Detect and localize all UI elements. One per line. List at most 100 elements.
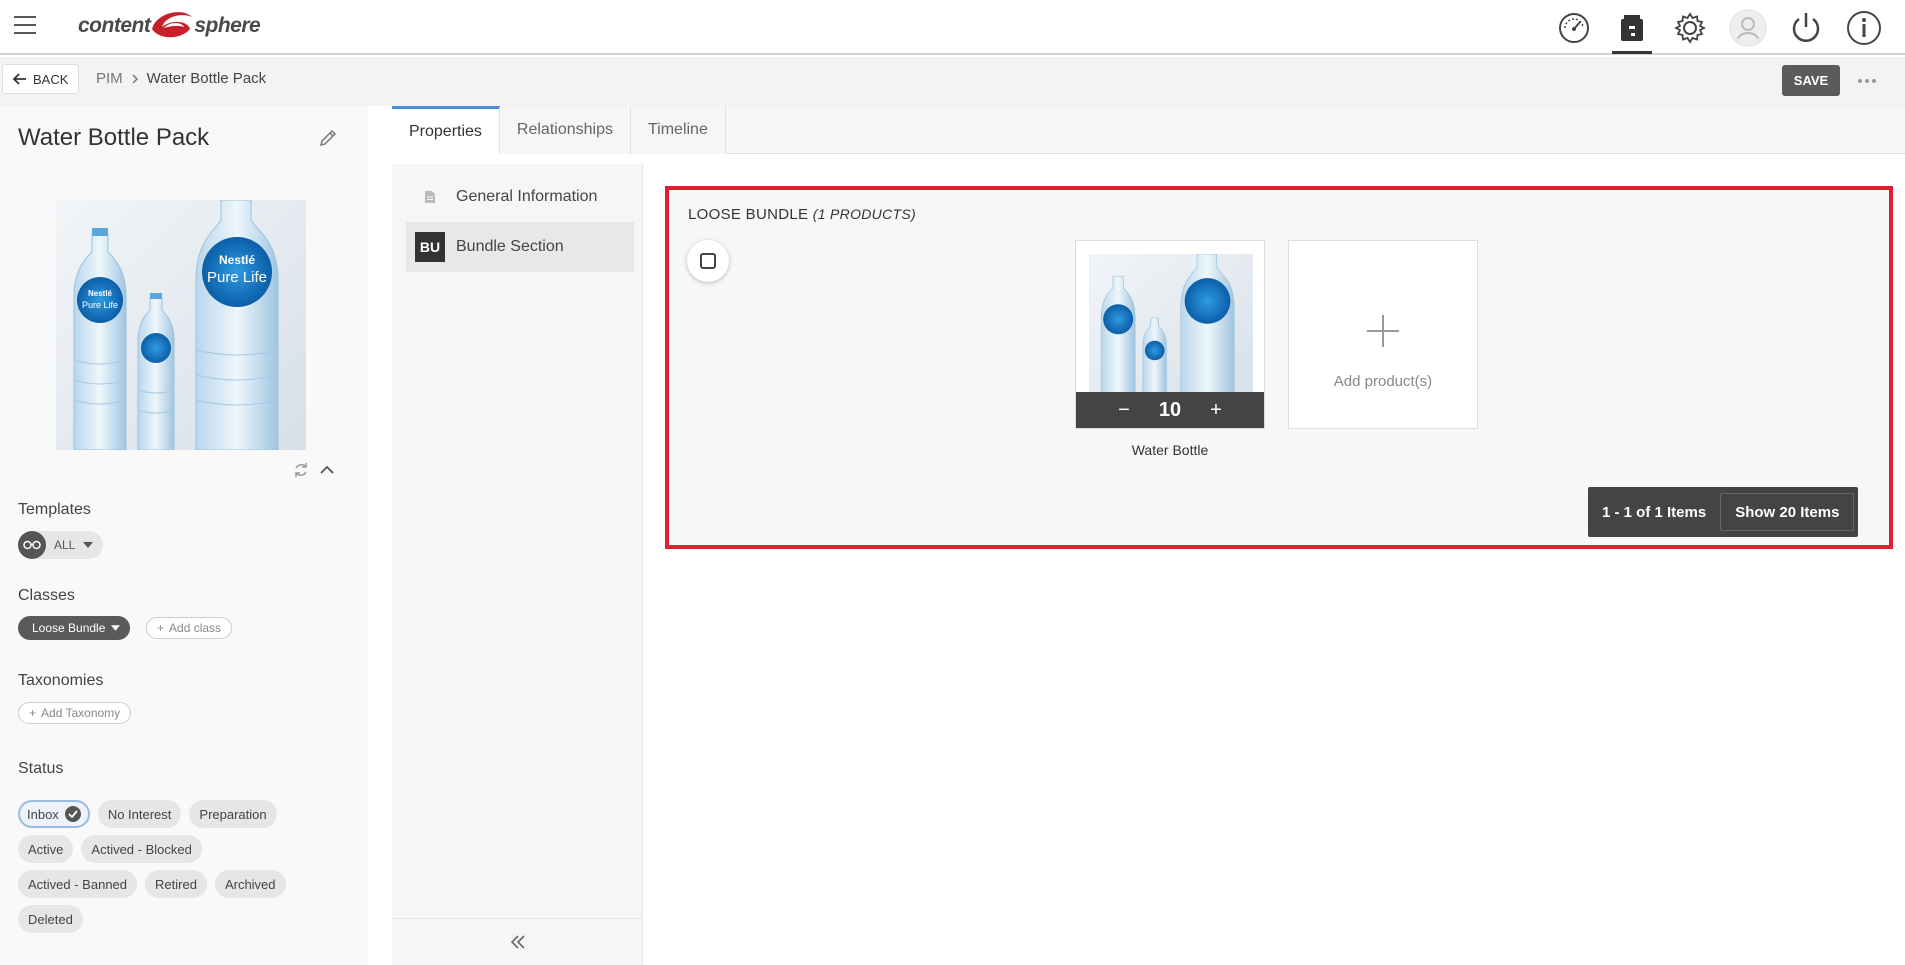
status-label-text: Inbox xyxy=(27,806,59,822)
nav-bundle-section[interactable]: BU Bundle Section xyxy=(406,222,634,272)
caret-down-icon xyxy=(83,542,94,548)
user-avatar-icon[interactable] xyxy=(1725,6,1771,50)
dashboard-icon[interactable] xyxy=(1551,6,1597,50)
app-logo[interactable]: content sphere xyxy=(78,8,261,44)
nav-general-information[interactable]: General Information xyxy=(406,172,634,222)
add-products-card[interactable]: Add product(s) xyxy=(1288,240,1478,429)
status-label-text: Actived - Banned xyxy=(28,876,128,892)
bottle-line-text: Pure Life xyxy=(82,300,118,310)
chevron-right-icon xyxy=(132,73,138,84)
status-chip-actived-blocked[interactable]: Actived - Blocked xyxy=(81,835,202,863)
breadcrumb-pim[interactable]: PIM xyxy=(96,70,123,87)
status-list: Inbox No Interest Preparation Active Act… xyxy=(18,800,318,933)
status-chip-deleted[interactable]: Deleted xyxy=(18,905,83,933)
nav-label: Bundle Section xyxy=(456,238,564,255)
status-chip-no-interest[interactable]: No Interest xyxy=(97,800,182,828)
page-size-button[interactable]: Show 20 Items xyxy=(1720,493,1855,531)
caret-down-icon xyxy=(111,625,121,631)
pagination-range: 1 - 1 of 1 Items xyxy=(1602,503,1707,521)
status-label-text: Actived - Blocked xyxy=(91,841,192,857)
select-all-checkbox[interactable] xyxy=(687,240,729,282)
top-bar: content sphere xyxy=(0,0,1905,55)
add-class-label: Add class xyxy=(169,621,222,635)
status-chip-active[interactable]: Active xyxy=(18,835,74,863)
breadcrumb-current: Water Bottle Pack xyxy=(146,70,267,87)
section-content: LOOSE BUNDLE (1 PRODUCTS) − 10 + Water B… xyxy=(643,164,1905,965)
decrease-quantity-button[interactable]: − xyxy=(1116,399,1132,422)
main-area: Properties Relationships Timeline Genera… xyxy=(392,106,1905,965)
status-label-text: Deleted xyxy=(28,911,73,927)
product-thumbnail xyxy=(1089,254,1253,404)
product-title: Water Bottle Pack xyxy=(18,124,210,151)
logo-text-right: sphere xyxy=(194,14,261,37)
plus-icon: + xyxy=(29,706,37,720)
logo-text-left: content xyxy=(78,14,151,37)
plus-icon xyxy=(1367,315,1399,347)
template-selector[interactable]: ALL xyxy=(18,531,104,559)
bundle-title: LOOSE BUNDLE (1 PRODUCTS) xyxy=(688,206,916,223)
status-label-text: Retired xyxy=(155,876,197,892)
arrow-left-icon xyxy=(13,73,26,85)
nav-label: General Information xyxy=(456,188,598,205)
class-chip[interactable]: Loose Bundle xyxy=(18,616,131,640)
status-label: Status xyxy=(18,760,64,777)
product-image: Nestlé Pure Life Nestlé Pure Life xyxy=(56,200,306,450)
plus-icon: + xyxy=(157,621,165,635)
status-chip-actived-banned[interactable]: Actived - Banned xyxy=(18,870,138,898)
save-button[interactable]: SAVE xyxy=(1782,65,1840,96)
class-value: Loose Bundle xyxy=(32,621,106,635)
glasses-icon xyxy=(18,531,46,559)
back-label: BACK xyxy=(33,71,69,87)
template-value: ALL xyxy=(54,538,76,552)
check-icon xyxy=(64,806,81,822)
product-summary-panel: Water Bottle Pack Nestlé Pure Life Nestl… xyxy=(0,106,368,965)
image-controls xyxy=(293,462,335,478)
sections-nav: General Information BU Bundle Section xyxy=(392,164,643,965)
pagination-bar: 1 - 1 of 1 Items Show 20 Items xyxy=(1588,487,1859,537)
power-icon[interactable] xyxy=(1783,6,1829,50)
section-badge: BU xyxy=(415,232,445,262)
status-chip-preparation[interactable]: Preparation xyxy=(189,800,277,828)
tab-properties[interactable]: Properties xyxy=(392,106,500,154)
add-class-button[interactable]: + Add class xyxy=(146,617,233,639)
tab-bar: Properties Relationships Timeline xyxy=(392,106,1905,154)
tab-timeline[interactable]: Timeline xyxy=(630,106,726,154)
chevron-up-icon[interactable] xyxy=(319,464,335,476)
status-label-text: Archived xyxy=(224,876,276,892)
taxonomies-label: Taxonomies xyxy=(18,672,104,689)
classes-label: Classes xyxy=(18,587,75,604)
menu-icon[interactable] xyxy=(14,16,36,36)
back-button[interactable]: BACK xyxy=(2,64,80,94)
tab-relationships[interactable]: Relationships xyxy=(499,106,631,154)
quantity-stepper: − 10 + xyxy=(1076,392,1264,428)
status-label-text: Preparation xyxy=(199,806,267,822)
collapse-nav-button[interactable] xyxy=(392,918,643,965)
bottle-brand-text: Nestlé xyxy=(88,289,113,298)
status-chip-retired[interactable]: Retired xyxy=(145,870,207,898)
loose-bundle-panel: LOOSE BUNDLE (1 PRODUCTS) − 10 + Water B… xyxy=(665,186,1893,549)
status-label-text: No Interest xyxy=(107,806,172,822)
templates-label: Templates xyxy=(18,501,91,518)
more-options-icon[interactable] xyxy=(1857,71,1877,91)
product-card[interactable]: − 10 + xyxy=(1075,240,1265,429)
document-icon xyxy=(415,191,445,203)
product-icon[interactable] xyxy=(1609,6,1655,54)
status-label-text: Active xyxy=(28,841,64,857)
quantity-value[interactable]: 10 xyxy=(1156,399,1184,422)
bundle-title-text: LOOSE BUNDLE xyxy=(688,206,809,223)
info-icon[interactable] xyxy=(1841,6,1887,50)
refresh-icon[interactable] xyxy=(293,462,309,478)
bottle-line-text-large: Pure Life xyxy=(207,269,267,286)
action-bar: BACK PIM Water Bottle Pack SAVE xyxy=(0,57,1905,106)
add-taxonomy-label: Add Taxonomy xyxy=(41,706,121,720)
edit-pencil-icon[interactable] xyxy=(318,128,338,153)
bottle-brand-text-large: Nestlé xyxy=(219,253,255,267)
settings-icon[interactable] xyxy=(1667,6,1713,50)
status-chip-archived[interactable]: Archived xyxy=(214,870,286,898)
status-chip-inbox[interactable]: Inbox xyxy=(18,800,90,828)
top-icons xyxy=(1551,6,1887,54)
logo-swoosh-icon xyxy=(148,9,196,43)
double-chevron-left-icon xyxy=(510,935,525,949)
increase-quantity-button[interactable]: + xyxy=(1208,399,1224,422)
add-taxonomy-button[interactable]: + Add Taxonomy xyxy=(18,702,132,724)
